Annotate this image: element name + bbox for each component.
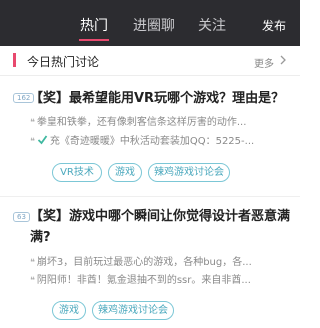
publish-button[interactable]: 发布 bbox=[262, 17, 286, 34]
active-tab-indicator bbox=[79, 39, 109, 41]
reply-count-badge: 63 bbox=[13, 212, 30, 222]
tab-follow[interactable]: 关注 bbox=[198, 15, 226, 35]
section-header: 今日热门讨论 更多 bbox=[0, 46, 300, 76]
topic-tag[interactable]: 游戏 bbox=[52, 301, 86, 320]
more-link[interactable]: 更多 bbox=[254, 55, 274, 70]
quote-icon: ❝ bbox=[30, 258, 35, 268]
card-divider bbox=[0, 196, 300, 197]
top-nav-bar: 热门 进圈聊 关注 发布 bbox=[0, 0, 300, 46]
quote-icon: ❝ bbox=[30, 118, 35, 128]
topic-tag[interactable]: 辣鸡游戏讨论会 bbox=[148, 163, 230, 182]
tab-hot[interactable]: 热门 bbox=[80, 15, 108, 35]
tab-join-circle[interactable]: 进圈聊 bbox=[133, 15, 175, 35]
check-icon bbox=[37, 135, 48, 145]
topic-tag[interactable]: 辣鸡游戏讨论会 bbox=[92, 301, 174, 320]
topic-tag[interactable]: 游戏 bbox=[108, 163, 142, 182]
post-reply-preview: ❝ 崩坏3，目前玩过最恶心的游戏，各种bug，各... bbox=[30, 257, 252, 268]
chevron-right-icon[interactable] bbox=[278, 54, 288, 66]
post-reply-preview: ❝ 充《奇迹暖暖》中秋活动套装加QQ：5225-... bbox=[30, 135, 255, 147]
quote-icon: ❝ bbox=[30, 276, 35, 286]
post-reply-preview: ❝ 拳皇和铁拳，还有像刺客信条这样厉害的动作... bbox=[30, 117, 247, 128]
post-reply-preview: ❝ 阴阳师！非酋！氪金退抽不到的ssr。来自非酋... bbox=[30, 275, 251, 286]
section-title: 今日热门讨论 bbox=[27, 55, 100, 69]
quote-icon: ❝ bbox=[30, 137, 35, 147]
post-title[interactable]: 【奖】最希望能用VR玩哪个游戏？理由是？ bbox=[30, 88, 290, 109]
section-accent-bar bbox=[13, 53, 16, 67]
post-title[interactable]: 【奖】游戏中哪个瞬间让你觉得设计者恶意满满? bbox=[30, 206, 290, 248]
topic-tag[interactable]: VR技术 bbox=[52, 163, 102, 182]
